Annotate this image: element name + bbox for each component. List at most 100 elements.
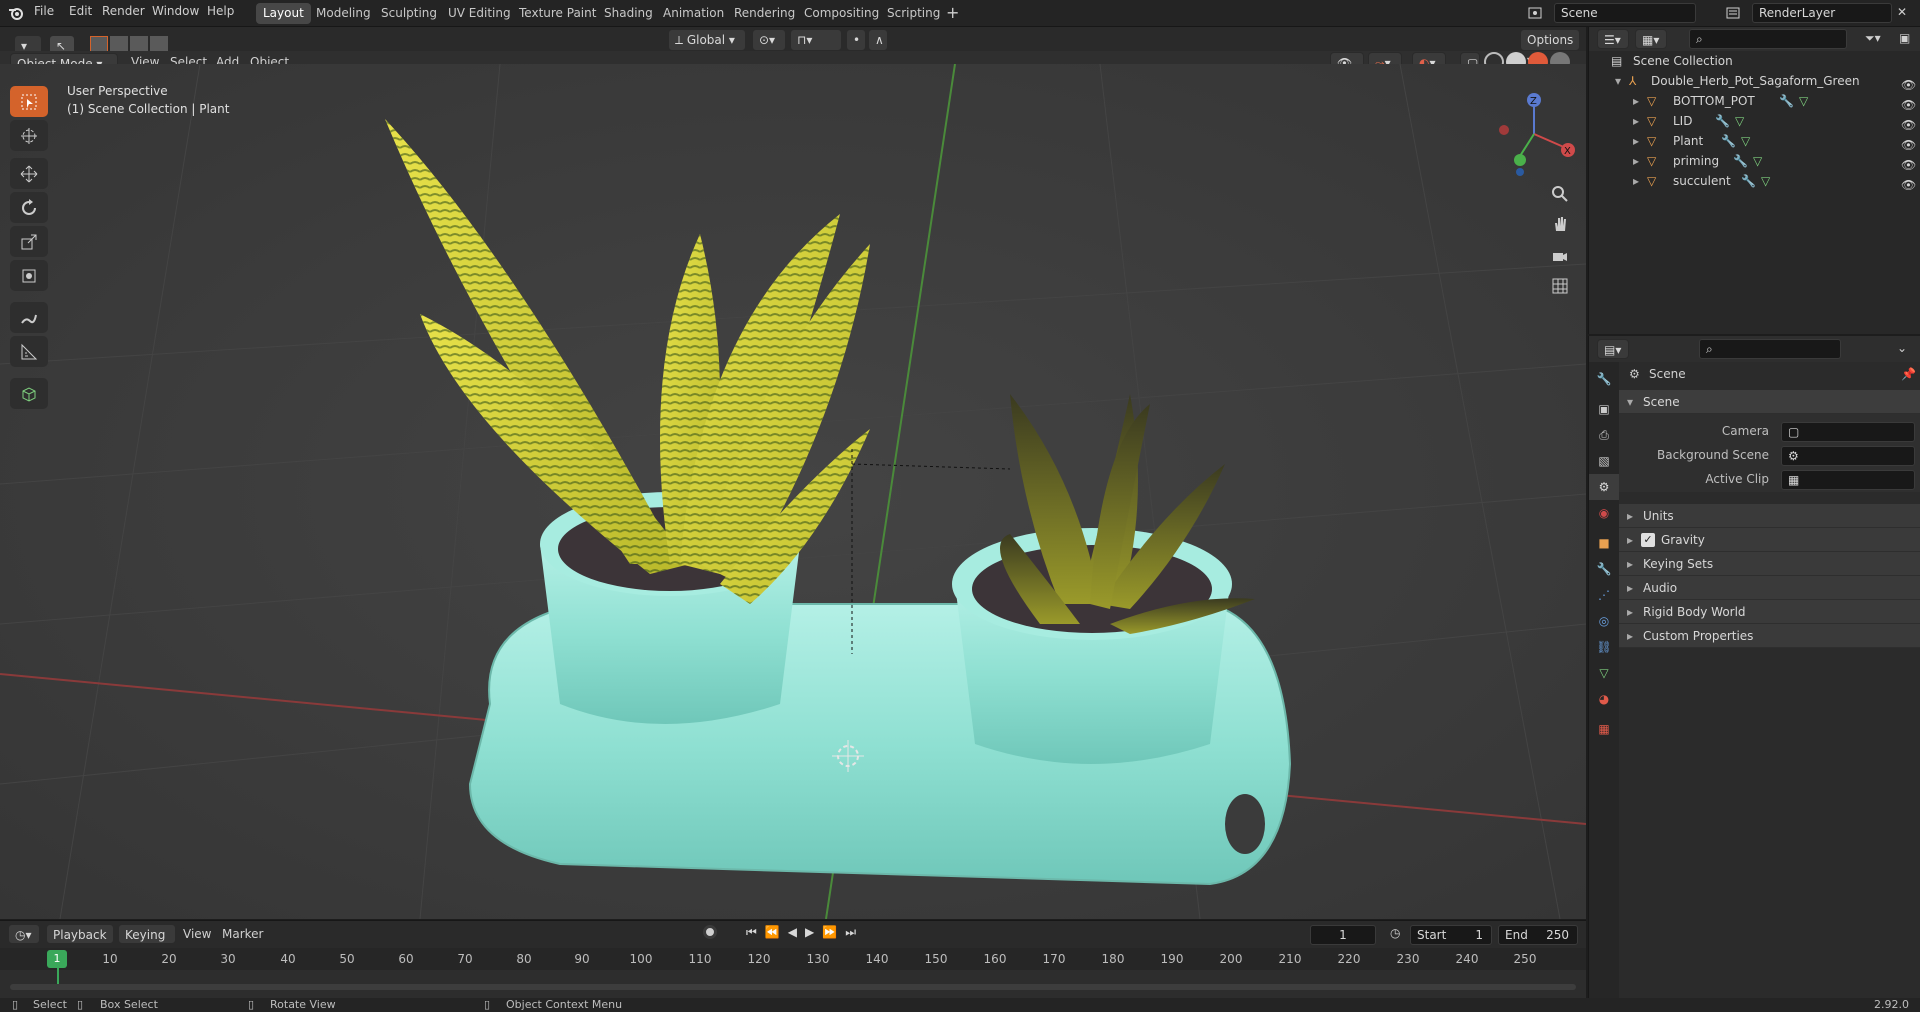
panel-scene-header[interactable]: ▾ Scene [1619,390,1920,414]
chevron-down-icon[interactable]: ⌄ [1897,341,1907,355]
expand-arrow-icon[interactable]: ▾ [1615,71,1621,91]
render-layer-icon[interactable] [1725,5,1741,21]
render-layer-selector[interactable]: RenderLayer [1752,3,1892,23]
tool-annotate[interactable] [10,302,48,333]
tree-object-lid[interactable]: ▸ ▽ LID 🔧 ▽ 👁 [1589,111,1920,132]
menu-edit[interactable]: Edit [69,4,92,18]
tab-object[interactable]: ■ [1589,530,1619,556]
viewport-3d[interactable]: User Perspective (1) Scene Collection | … [0,64,1586,919]
tree-object-priming[interactable]: ▸ ▽ priming 🔧 ▽ 👁 [1589,151,1920,172]
ortho-toggle-button[interactable] [1546,272,1574,300]
menu-window[interactable]: Window [152,4,199,18]
options-dropdown[interactable]: Options ▾ [1520,29,1580,67]
tool-cursor[interactable] [10,120,48,151]
tab-texture[interactable]: ▦ [1589,716,1619,742]
tab-material[interactable]: ◕ [1589,686,1619,712]
add-workspace-icon[interactable]: + [946,3,959,22]
jump-end-icon[interactable]: ⏭ [845,925,856,940]
tab-animation[interactable]: Animation [656,3,731,24]
tool-measure[interactable] [10,336,48,367]
playhead[interactable]: 1 [47,950,67,968]
collapse-arrow-icon[interactable]: ▸ [1633,131,1639,151]
tab-world[interactable]: ◉ [1589,500,1619,526]
transform-orientation-dropdown[interactable]: ⟂ Global ▾ [668,29,746,51]
pin-icon[interactable]: 📌 [1901,367,1916,381]
gizmo-y-handle[interactable] [1514,154,1526,166]
tab-texture-paint[interactable]: Texture Paint [512,3,603,24]
proportional-edit-button[interactable]: • [846,29,866,51]
filter-icon[interactable]: ⏷▾ [1865,31,1881,46]
navigation-gizmo[interactable]: Z X [1480,86,1576,182]
tab-compositing[interactable]: Compositing [797,3,886,24]
panel-gravity[interactable]: ▸ ✓ Gravity [1619,528,1920,552]
clock-icon[interactable]: ◷ [1390,926,1400,940]
timeline-area[interactable]: 1 10 20 30 40 50 60 70 80 90 100 110 120… [0,948,1586,998]
menu-render[interactable]: Render [102,4,145,18]
timeline-marker-menu[interactable]: Marker [222,927,263,941]
current-frame-field[interactable]: 1 [1310,925,1376,945]
tab-layout[interactable]: Layout [256,3,311,24]
tab-data[interactable]: ▽ [1589,660,1619,686]
camera-field[interactable]: ▢ [1781,422,1915,442]
keying-menu[interactable]: Keying ▾ [118,924,176,962]
tab-rendering[interactable]: Rendering [727,3,802,24]
play-reverse-icon[interactable]: ◀ [788,925,797,940]
outliner-editor-type[interactable]: ☰▾ [1597,29,1629,49]
collapse-arrow-icon[interactable]: ▸ [1633,171,1639,191]
tab-uv-editing[interactable]: UV Editing [441,3,518,24]
new-collection-icon[interactable]: ▣ [1899,31,1910,45]
falloff-button[interactable]: ∧ [868,29,888,51]
tool-add-cube[interactable] [10,378,48,409]
tab-scene[interactable]: ⚙ [1589,474,1619,500]
background-scene-field[interactable]: ⚙ [1781,446,1915,466]
pivot-dropdown[interactable]: ⊙▾ [752,29,786,51]
tool-transform[interactable] [10,260,48,291]
collapse-arrow-icon[interactable]: ▸ [1633,111,1639,131]
outliner-search[interactable]: ⌕ [1689,29,1847,49]
tree-collection[interactable]: ▾ ⅄ Double_Herb_Pot_Sagaform_Green 👁 [1589,71,1920,92]
tab-output[interactable]: ⎙ [1589,422,1619,448]
playback-menu[interactable]: Playback ▾ [46,924,114,962]
tab-sculpting[interactable]: Sculpting [374,3,444,24]
panel-keying-sets[interactable]: ▸ Keying Sets [1619,552,1920,576]
end-frame-field[interactable]: End 250 [1498,925,1578,945]
scene-selector[interactable]: Scene [1554,3,1696,23]
menu-file[interactable]: File [34,4,54,18]
timeline-scrollbar[interactable] [10,984,1576,990]
tab-tool[interactable]: 🔧 [1589,366,1619,392]
gizmo-neg-x-handle[interactable] [1499,125,1509,135]
panel-custom-properties[interactable]: ▸ Custom Properties [1619,624,1920,648]
tree-object-succulent[interactable]: ▸ ▽ succulent 🔧 ▽ 👁 [1589,171,1920,192]
tool-scale[interactable] [10,226,48,257]
collapse-arrow-icon[interactable]: ▸ [1633,91,1639,111]
next-keyframe-icon[interactable]: ⏩ [822,925,837,940]
gravity-checkbox[interactable]: ✓ [1641,533,1655,547]
display-mode-dropdown[interactable]: ▦▾ [1635,29,1667,49]
tab-constraints[interactable]: ⛓ [1589,634,1619,660]
tab-render[interactable]: ▣ [1589,396,1619,422]
tree-object-plant[interactable]: ▸ ▽ Plant 🔧 ▽ 👁 [1589,131,1920,152]
prev-keyframe-icon[interactable]: ⏪ [765,925,780,940]
close-icon[interactable]: ✕ [1897,5,1907,19]
record-button[interactable] [703,925,717,939]
tab-modifiers[interactable]: 🔧 [1589,556,1619,582]
camera-view-button[interactable] [1546,242,1574,270]
panel-rigid-body-world[interactable]: ▸ Rigid Body World [1619,600,1920,624]
tool-rotate[interactable] [10,192,48,223]
properties-search[interactable]: ⌕ [1699,339,1841,359]
tree-scene-collection[interactable]: ▤ Scene Collection [1589,51,1920,71]
panel-units[interactable]: ▸ Units [1619,504,1920,528]
properties-editor-type[interactable]: ▤▾ [1597,339,1629,359]
blender-logo-icon[interactable] [8,5,24,21]
timeline-editor-type[interactable]: ◷▾ [8,924,40,944]
tab-physics[interactable]: ◎ [1589,608,1619,634]
eye-icon[interactable]: 👁 [1901,175,1916,195]
tab-scripting[interactable]: Scripting [880,3,947,24]
play-icon[interactable]: ▶ [805,925,814,940]
timeline-view-menu[interactable]: View [183,927,211,941]
panel-audio[interactable]: ▸ Audio [1619,576,1920,600]
collapse-arrow-icon[interactable]: ▸ [1633,151,1639,171]
jump-start-icon[interactable]: ⏮ [746,925,757,940]
tab-particles[interactable]: ⋰ [1589,582,1619,608]
start-frame-field[interactable]: Start 1 [1410,925,1492,945]
